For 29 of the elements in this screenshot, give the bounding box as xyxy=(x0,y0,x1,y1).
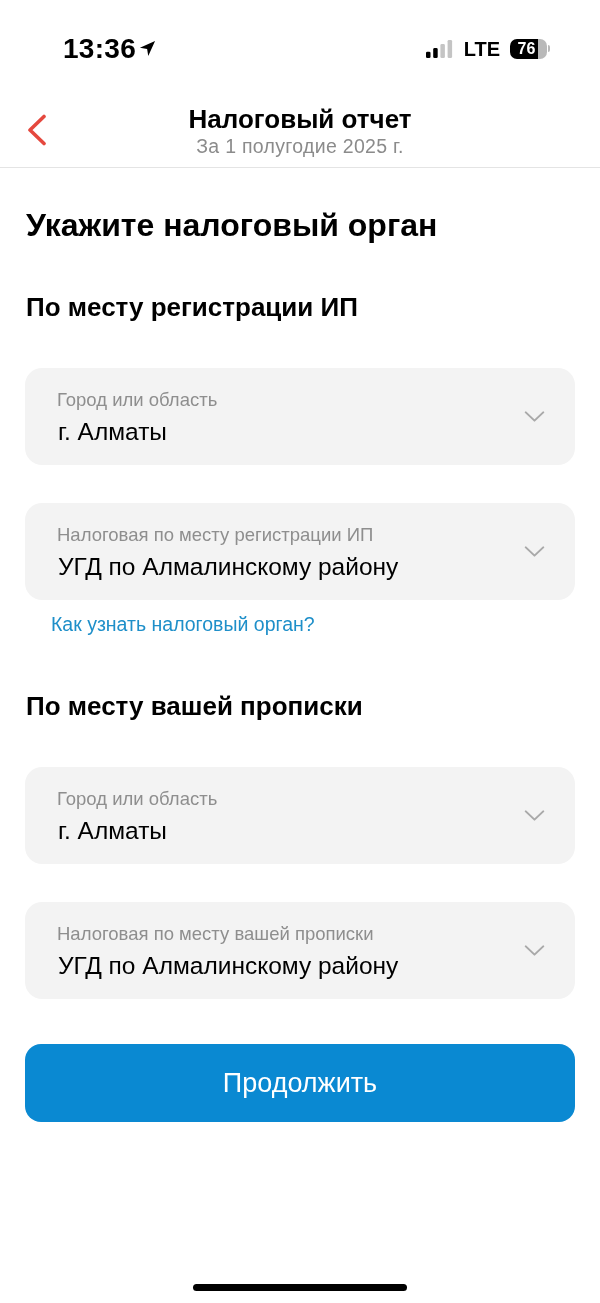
field-value: УГД по Алмалинскому району xyxy=(58,552,399,581)
field-value: УГД по Алмалинскому району xyxy=(58,951,399,980)
location-arrow-icon xyxy=(139,40,157,57)
field-label: Город или область xyxy=(57,787,218,810)
chevron-down-icon xyxy=(524,411,545,422)
select-field[interactable]: Налоговая по месту вашей прописки УГД по Алмалинскому району xyxy=(25,902,575,999)
battery-indicator: 76 xyxy=(510,38,550,59)
screen-subtitle: За 1 полугодие 2025 г. xyxy=(196,135,404,158)
chevron-down-icon xyxy=(524,810,545,821)
field-value: г. Алматы xyxy=(58,816,168,845)
field-label: Город или область xyxy=(57,388,218,411)
select-field[interactable]: Город или область г. Алматы xyxy=(25,767,575,864)
network-type: LTE xyxy=(463,36,500,61)
page-heading: Укажите налоговый орган xyxy=(26,206,439,244)
section-title: По месту вашей прописки xyxy=(26,691,364,721)
field-label: Налоговая по месту вашей прописки xyxy=(57,922,375,945)
select-field[interactable]: Город или область г. Алматы xyxy=(25,368,575,465)
screen-title: Налоговый отчет xyxy=(188,104,412,135)
field-label: Налоговая по месту регистрации ИП xyxy=(57,523,375,546)
signal-icon xyxy=(424,39,454,58)
back-icon[interactable] xyxy=(27,114,47,146)
status-time: 13:36 xyxy=(63,32,137,65)
section-title: По месту регистрации ИП xyxy=(26,292,359,322)
help-link[interactable]: Как узнать налоговый орган? xyxy=(51,612,315,636)
continue-button[interactable]: Продолжить xyxy=(25,1044,575,1122)
select-field[interactable]: Налоговая по месту регистрации ИП УГД по Алмалинскому району xyxy=(25,503,575,600)
chevron-down-icon xyxy=(524,546,545,557)
chevron-down-icon xyxy=(524,945,545,956)
field-value: г. Алматы xyxy=(58,417,168,446)
